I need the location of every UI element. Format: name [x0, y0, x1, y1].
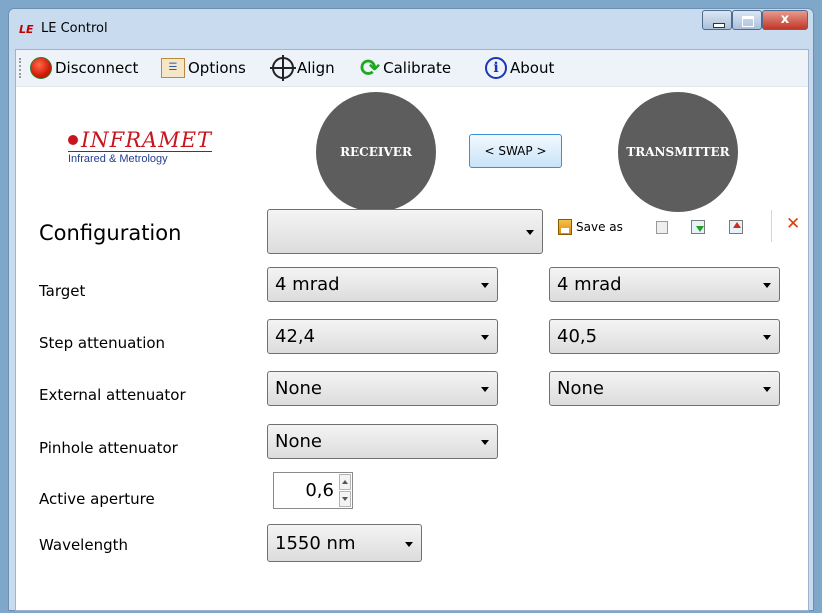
logo-dot-icon — [68, 135, 78, 145]
delete-x-icon[interactable]: ✕ — [786, 214, 800, 234]
about-label: About — [510, 59, 555, 77]
external-attenuator-transmitter-value: None — [557, 378, 604, 399]
step-attenuation-receiver-value: 42,4 — [275, 326, 316, 347]
calibrate-label: Calibrate — [383, 59, 452, 77]
step-attenuation-transmitter-value: 40,5 — [557, 326, 598, 347]
app-logo-icon: LE — [19, 23, 34, 36]
close-icon: x — [780, 12, 790, 27]
toolbar-separator — [771, 210, 772, 242]
options-label: Options — [188, 59, 246, 77]
title-bar[interactable]: LE LE Control x — [9, 9, 813, 45]
chevron-down-icon — [481, 387, 489, 392]
pinhole-attenuator-combobox[interactable]: None — [267, 424, 498, 459]
export-button[interactable] — [729, 216, 743, 238]
maximize-button[interactable] — [732, 10, 762, 30]
active-aperture-label: Active aperture — [39, 490, 155, 508]
about-button[interactable]: i About — [485, 56, 554, 80]
chevron-down-icon — [481, 335, 489, 340]
chevron-down-icon — [481, 440, 489, 445]
target-receiver-combobox[interactable]: 4 mrad — [267, 267, 498, 302]
external-attenuator-label: External attenuator — [39, 386, 186, 404]
align-button[interactable]: Align — [270, 55, 335, 81]
external-attenuator-receiver-value: None — [275, 378, 322, 399]
target-label: Target — [39, 282, 86, 300]
save-icon — [656, 220, 668, 234]
configuration-combobox[interactable] — [267, 209, 543, 254]
active-aperture-spinner[interactable]: 0,6 — [273, 472, 353, 509]
main-panel: Disconnect ☰ Options Align ⟳ Calibrate i… — [15, 49, 809, 611]
crosshair-icon — [270, 55, 296, 81]
target-receiver-value: 4 mrad — [275, 274, 340, 295]
chevron-down-icon — [763, 335, 771, 340]
pinhole-attenuator-value: None — [275, 431, 322, 452]
logo-tagline: Infrared & Metrology — [68, 151, 213, 165]
inframet-logo: INFRAMET Infrared & Metrology — [68, 128, 213, 165]
spin-down-icon[interactable] — [339, 491, 351, 507]
receiver-button[interactable]: RECEIVER — [316, 92, 436, 212]
chevron-down-icon — [526, 230, 534, 235]
export-icon — [729, 220, 743, 234]
close-button[interactable]: x — [762, 10, 808, 30]
save-as-icon — [558, 219, 572, 235]
chevron-down-icon — [405, 542, 413, 547]
save-as-label: Save as — [576, 220, 623, 234]
wavelength-value: 1550 nm — [275, 533, 356, 554]
external-attenuator-receiver-combobox[interactable]: None — [267, 371, 498, 406]
wavelength-combobox[interactable]: 1550 nm — [267, 524, 422, 562]
transmitter-button[interactable]: TRANSMITTER — [618, 92, 738, 212]
save-button[interactable] — [656, 216, 668, 238]
target-transmitter-combobox[interactable]: 4 mrad — [549, 267, 780, 302]
spin-up-icon[interactable] — [339, 474, 351, 490]
toolbar-grip[interactable] — [19, 58, 24, 78]
swap-button[interactable]: < SWAP > — [469, 134, 562, 168]
pinhole-attenuator-label: Pinhole attenuator — [39, 439, 178, 457]
chevron-down-icon — [481, 283, 489, 288]
red-circle-icon — [30, 57, 52, 79]
minimize-button[interactable] — [702, 10, 732, 30]
app-window: LE LE Control x Disconnect ☰ Options Ali… — [8, 8, 814, 611]
chevron-down-icon — [763, 283, 771, 288]
window-title: LE Control — [41, 21, 108, 36]
configuration-label: Configuration — [39, 221, 182, 245]
logo-name: INFRAMET — [81, 128, 213, 152]
target-transmitter-value: 4 mrad — [557, 274, 622, 295]
load-icon — [691, 220, 705, 234]
toolbar: Disconnect ☰ Options Align ⟳ Calibrate i… — [16, 50, 808, 87]
load-button[interactable] — [691, 216, 705, 238]
disconnect-button[interactable]: Disconnect — [30, 56, 138, 80]
circular-arrows-icon: ⟳ — [360, 54, 381, 82]
chevron-down-icon — [763, 387, 771, 392]
calibrate-button[interactable]: ⟳ Calibrate — [360, 56, 451, 80]
active-aperture-value: 0,6 — [305, 480, 334, 501]
options-button[interactable]: ☰ Options — [161, 56, 246, 80]
options-window-icon: ☰ — [161, 58, 185, 78]
wavelength-label: Wavelength — [39, 536, 128, 554]
save-as-button[interactable]: Save as — [558, 216, 623, 238]
step-attenuation-receiver-combobox[interactable]: 42,4 — [267, 319, 498, 354]
external-attenuator-transmitter-combobox[interactable]: None — [549, 371, 780, 406]
step-attenuation-transmitter-combobox[interactable]: 40,5 — [549, 319, 780, 354]
align-label: Align — [297, 59, 335, 77]
step-attenuation-label: Step attenuation — [39, 334, 166, 352]
info-icon: i — [485, 57, 507, 79]
disconnect-label: Disconnect — [55, 59, 139, 77]
